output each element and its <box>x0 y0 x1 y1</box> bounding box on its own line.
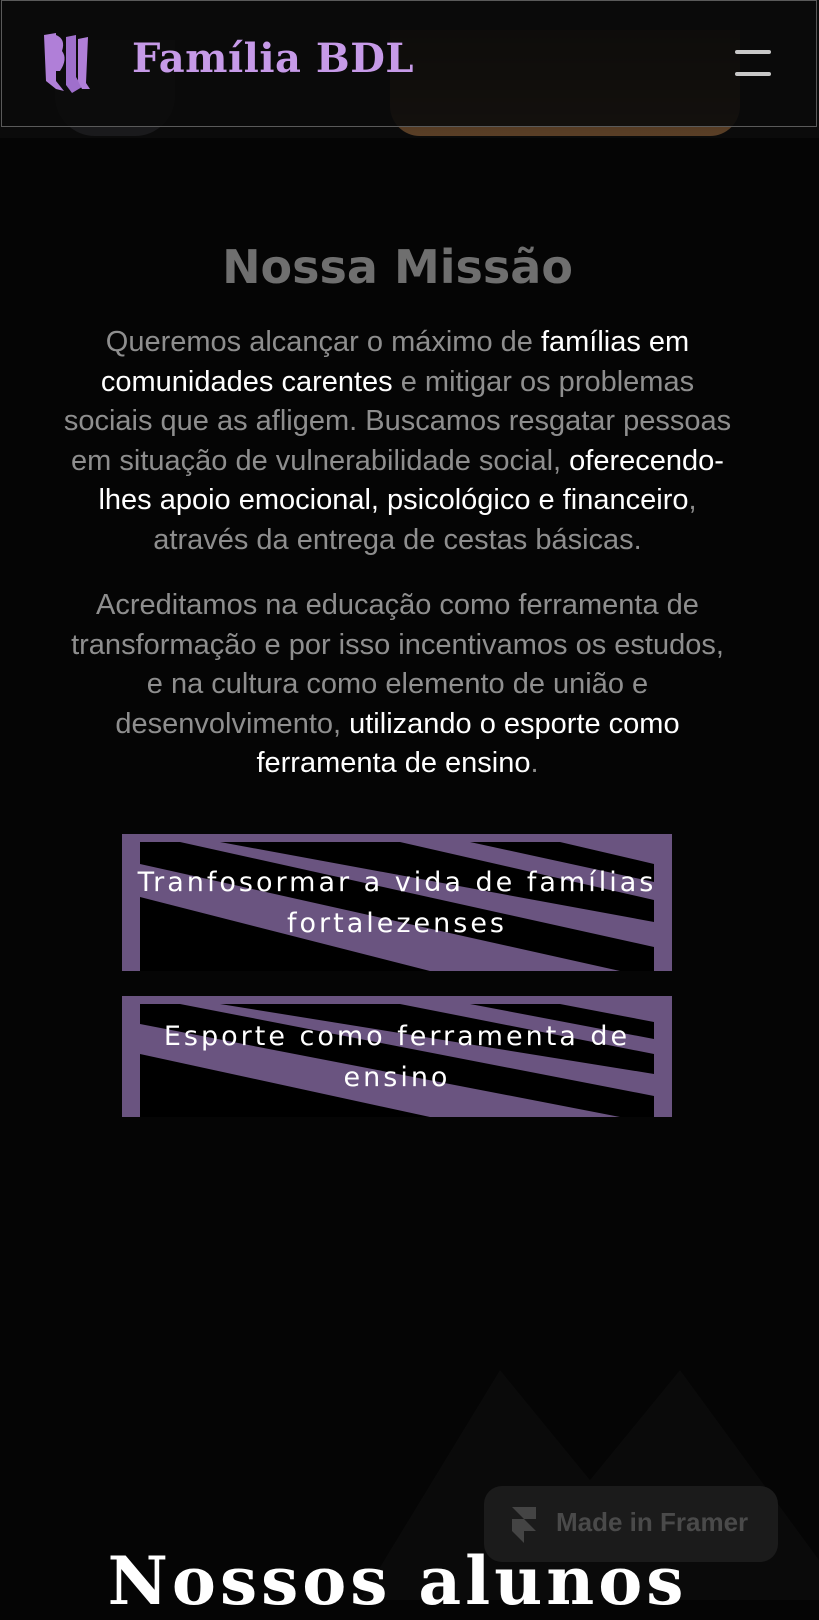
pill-label: Tranfosormar a vida de famílias fortalez… <box>137 867 657 939</box>
mission-title: Nossa Missão <box>222 240 573 294</box>
menu-line-bottom <box>735 72 771 76</box>
students-section-title: Nossos alunos <box>107 1542 688 1620</box>
menu-line-top <box>735 50 771 54</box>
navbar: Família BDL <box>1 0 817 127</box>
brand-name[interactable]: Família BDL <box>132 35 414 82</box>
mission-paragraph-2: Acreditamos na educação como ferramenta … <box>60 586 735 784</box>
framer-logo-icon <box>512 1507 536 1543</box>
hamburger-menu-icon[interactable] <box>730 45 776 81</box>
pill-label: Esporte como ferramenta de ensino <box>163 1021 631 1093</box>
mission-paragraph-1: Queremos alcançar o máximo de famílias e… <box>60 323 735 560</box>
bdl-logo-icon[interactable] <box>42 31 92 95</box>
body-text: Queremos alcançar o máximo de <box>105 326 541 358</box>
framer-badge-label: Made in Framer <box>556 1507 749 1537</box>
body-text: . <box>530 747 539 779</box>
mission-pill-sport-teaching[interactable]: Esporte como ferramenta de ensino <box>122 996 672 1117</box>
mission-pill-transform-families[interactable]: Tranfosormar a vida de famílias fortalez… <box>122 834 672 971</box>
